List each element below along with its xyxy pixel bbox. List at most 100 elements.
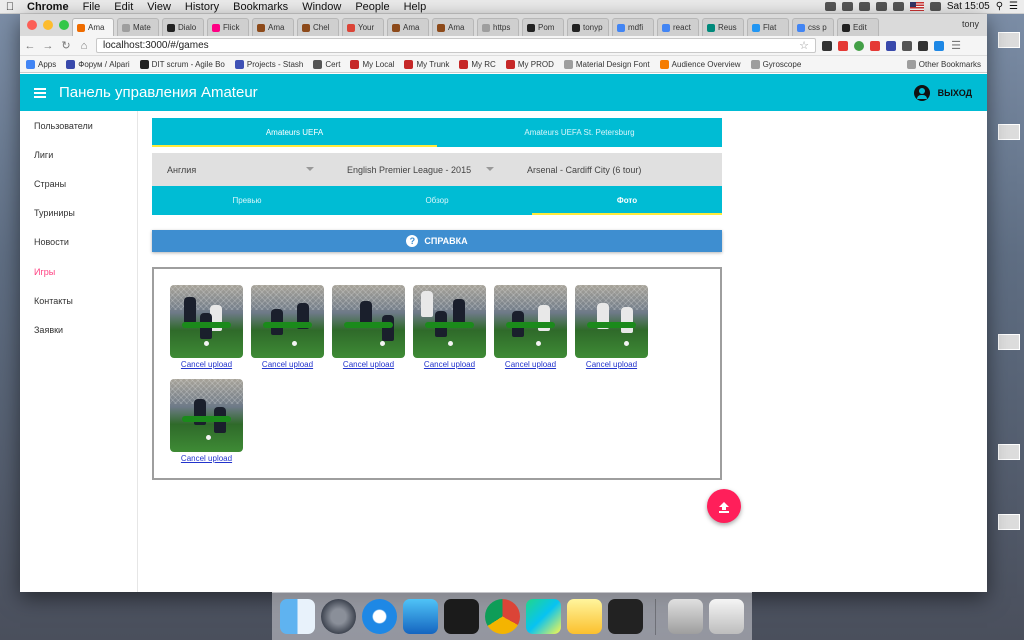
photo-upload-area[interactable]: Cancel upload Cancel upload Cancel upload C… (152, 267, 722, 480)
browser-tab[interactable]: Flat (747, 18, 789, 36)
apple-icon[interactable]:  (0, 1, 20, 13)
extension-opera-icon[interactable] (870, 40, 880, 51)
bookmark-star-icon[interactable]: ☆ (799, 39, 809, 52)
tab-review[interactable]: Обзор (342, 186, 532, 215)
bookmark-item[interactable]: Форум / Alpari (66, 59, 130, 69)
launchpad-icon[interactable] (321, 599, 356, 634)
extension-color-icon[interactable] (854, 40, 864, 51)
home-icon[interactable]: ⌂ (78, 40, 90, 52)
browser-tab[interactable]: Edit (837, 18, 879, 36)
notes-icon[interactable] (567, 599, 602, 634)
menu-history[interactable]: History (178, 1, 226, 13)
sidebar-item[interactable]: Контакты (20, 286, 137, 315)
extension-x-icon[interactable] (934, 40, 944, 51)
bookmark-item[interactable]: Audience Overview (659, 59, 741, 69)
battery-icon[interactable] (929, 2, 941, 11)
browser-tab[interactable]: https (477, 18, 519, 36)
bookmark-item[interactable]: My RC (459, 59, 496, 69)
extension-cast-icon[interactable] (902, 40, 912, 51)
sidebar-item[interactable]: Заявки (20, 315, 137, 344)
sidebar-item[interactable]: Пользователи (20, 111, 137, 140)
preview-icon[interactable] (668, 599, 703, 634)
browser-tab[interactable]: Dialo (162, 18, 204, 36)
minimize-window-icon[interactable] (43, 20, 53, 30)
extension-grid-icon[interactable] (838, 40, 848, 51)
browser-tab[interactable]: Ama (387, 18, 429, 36)
bookmark-item[interactable]: My PROD (505, 59, 554, 69)
menu-edit[interactable]: Edit (107, 1, 140, 13)
game-select[interactable]: Arsenal - Cardiff City (6 tour) (512, 153, 702, 186)
back-arrow-icon[interactable]: ← (24, 40, 36, 52)
tab-amateurs-uefa-spb[interactable]: Amateurs UEFA St. Petersburg (437, 118, 722, 147)
desktop-screenshot-file[interactable] (990, 444, 1020, 462)
cancel-upload-link[interactable]: Cancel upload (586, 360, 637, 369)
browser-tab[interactable]: Flick (207, 18, 249, 36)
browser-tab[interactable]: Ama (252, 18, 294, 36)
spotlight-icon[interactable]: ⚲ (996, 1, 1003, 12)
bookmark-item[interactable]: Material Design Font (563, 59, 650, 69)
dropbox-icon[interactable] (824, 2, 836, 11)
browser-tab[interactable]: Ama (432, 18, 474, 36)
extension-pocket-icon[interactable] (886, 40, 896, 51)
cancel-upload-link[interactable]: Cancel upload (181, 360, 232, 369)
browser-tab[interactable]: react (657, 18, 699, 36)
tab-amateurs-uefa[interactable]: Amateurs UEFA (152, 118, 437, 147)
help-button[interactable]: ? СПРАВКА (152, 230, 722, 252)
browser-tab[interactable]: css p (792, 18, 834, 36)
close-window-icon[interactable] (27, 20, 37, 30)
app-store-icon[interactable] (403, 599, 438, 634)
bookmark-item[interactable]: Gyroscope (750, 59, 801, 69)
cancel-upload-link[interactable]: Cancel upload (181, 454, 232, 463)
browser-tab[interactable]: Reus (702, 18, 744, 36)
bookmark-item[interactable]: Apps (26, 59, 56, 69)
browser-tab[interactable]: tonyp (567, 18, 609, 36)
tab-photo[interactable]: Фото (532, 186, 722, 215)
other-bookmarks[interactable]: Other Bookmarks (906, 59, 981, 69)
finder-icon[interactable] (280, 599, 315, 634)
cancel-upload-link[interactable]: Cancel upload (262, 360, 313, 369)
cancel-upload-link[interactable]: Cancel upload (505, 360, 556, 369)
notification-center-icon[interactable]: ☰ (1009, 1, 1018, 12)
trash-icon[interactable] (709, 599, 744, 634)
cancel-upload-link[interactable]: Cancel upload (424, 360, 475, 369)
sidebar-item[interactable]: Туриниры (20, 199, 137, 228)
desktop-screenshot-file[interactable] (990, 124, 1020, 142)
menu-bookmarks[interactable]: Bookmarks (226, 1, 295, 13)
account-circle-icon[interactable] (913, 84, 930, 101)
league-select[interactable]: English Premier League - 2015 (332, 153, 502, 186)
bookmark-item[interactable]: My Trunk (404, 59, 449, 69)
bookmark-item[interactable]: Projects - Stash (234, 59, 303, 69)
logout-button[interactable]: ВЫХОД (938, 88, 972, 98)
zoom-window-icon[interactable] (59, 20, 69, 30)
input-source-flag-icon[interactable] (909, 2, 924, 11)
wifi-icon[interactable] (875, 2, 887, 11)
desktop-screenshot-file[interactable] (990, 32, 1020, 50)
sidebar-item[interactable]: Новости (20, 228, 137, 257)
bookmark-item[interactable]: Cert (313, 59, 340, 69)
extension-screenshot-icon[interactable] (918, 40, 928, 51)
bluetooth-icon[interactable] (858, 2, 870, 11)
time-machine-icon[interactable] (841, 2, 853, 11)
upload-fab-button[interactable] (707, 489, 741, 523)
sidebar-item[interactable]: Страны (20, 169, 137, 198)
bookmark-item[interactable]: DIT scrum - Agile Bo (139, 59, 225, 69)
menu-people[interactable]: People (348, 1, 396, 13)
browser-tab[interactable]: Pom (522, 18, 564, 36)
country-select[interactable]: Англия (152, 153, 322, 186)
terminal-icon[interactable] (444, 599, 479, 634)
activity-monitor-icon[interactable] (608, 599, 643, 634)
menu-view[interactable]: View (140, 1, 178, 13)
reload-icon[interactable]: ↻ (60, 39, 72, 52)
menu-window[interactable]: Window (295, 1, 348, 13)
cancel-upload-link[interactable]: Cancel upload (343, 360, 394, 369)
chrome-menu-icon[interactable]: ☰ (950, 39, 962, 52)
tab-preview[interactable]: Превью (152, 186, 342, 215)
webstorm-icon[interactable] (526, 599, 561, 634)
browser-tab[interactable]: Chel (297, 18, 339, 36)
extension-lightning-icon[interactable] (822, 40, 832, 51)
sidebar-item[interactable]: Игры (20, 257, 137, 286)
browser-tab[interactable]: Your (342, 18, 384, 36)
menu-help[interactable]: Help (397, 1, 434, 13)
safari-icon[interactable] (362, 599, 397, 634)
browser-profile-name[interactable]: tony (962, 19, 979, 29)
